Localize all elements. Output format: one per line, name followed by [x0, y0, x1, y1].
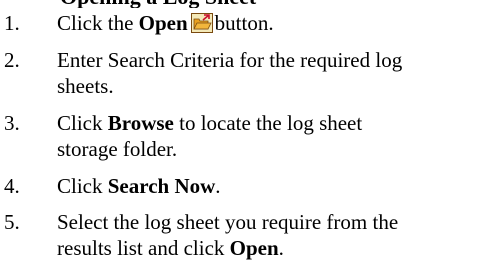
step-3-text-b: to locate the log sheet	[173, 111, 363, 135]
step-item-2: 2. Enter Search Criteria for the required…	[0, 47, 487, 99]
step-5-text-a: results list and click	[57, 236, 230, 260]
instruction-steps-list: 1. Click the Open button. 2. Enter Search …	[0, 10, 487, 272]
step-number-1: 1.	[4, 11, 20, 35]
step-2-line-1: Enter Search Criteria for the required l…	[57, 48, 403, 72]
open-folder-icon	[190, 13, 213, 33]
step-5-text-b: .	[278, 236, 284, 260]
step-3-browse-label: Browse	[107, 111, 174, 135]
step-number-4: 4.	[4, 174, 20, 198]
step-5-open-label: Open	[229, 236, 279, 260]
step-3-line-2: storage folder.	[57, 137, 178, 161]
section-heading-cropped: Opening a Log Sheet	[0, 0, 487, 8]
step-4-search-now-label: Search Now	[107, 174, 216, 198]
step-item-5: 5. Select the log sheet you require from …	[0, 209, 487, 261]
step-3-text-a: Click	[57, 111, 108, 135]
step-item-3: 3. Click Browse to locate the log sheet st…	[0, 110, 487, 162]
step-4-text-a: Click	[57, 174, 108, 198]
step-item-4: 4. Click Search Now.	[0, 173, 487, 199]
step-1-text-b: button.	[214, 11, 274, 35]
step-1-open-label: Open	[138, 11, 188, 35]
step-5-line-1: Select the log sheet you require from th…	[57, 210, 399, 234]
step-4-text-b: .	[215, 174, 221, 198]
step-number-2: 2.	[4, 48, 20, 72]
step-1-text-a: Click the	[57, 11, 139, 35]
step-number-5: 5.	[4, 210, 20, 234]
step-item-1: 1. Click the Open button.	[0, 10, 487, 36]
step-number-3: 3.	[4, 111, 20, 135]
section-heading: Opening a Log Sheet	[0, 0, 487, 8]
step-2-line-2: sheets.	[57, 74, 114, 98]
